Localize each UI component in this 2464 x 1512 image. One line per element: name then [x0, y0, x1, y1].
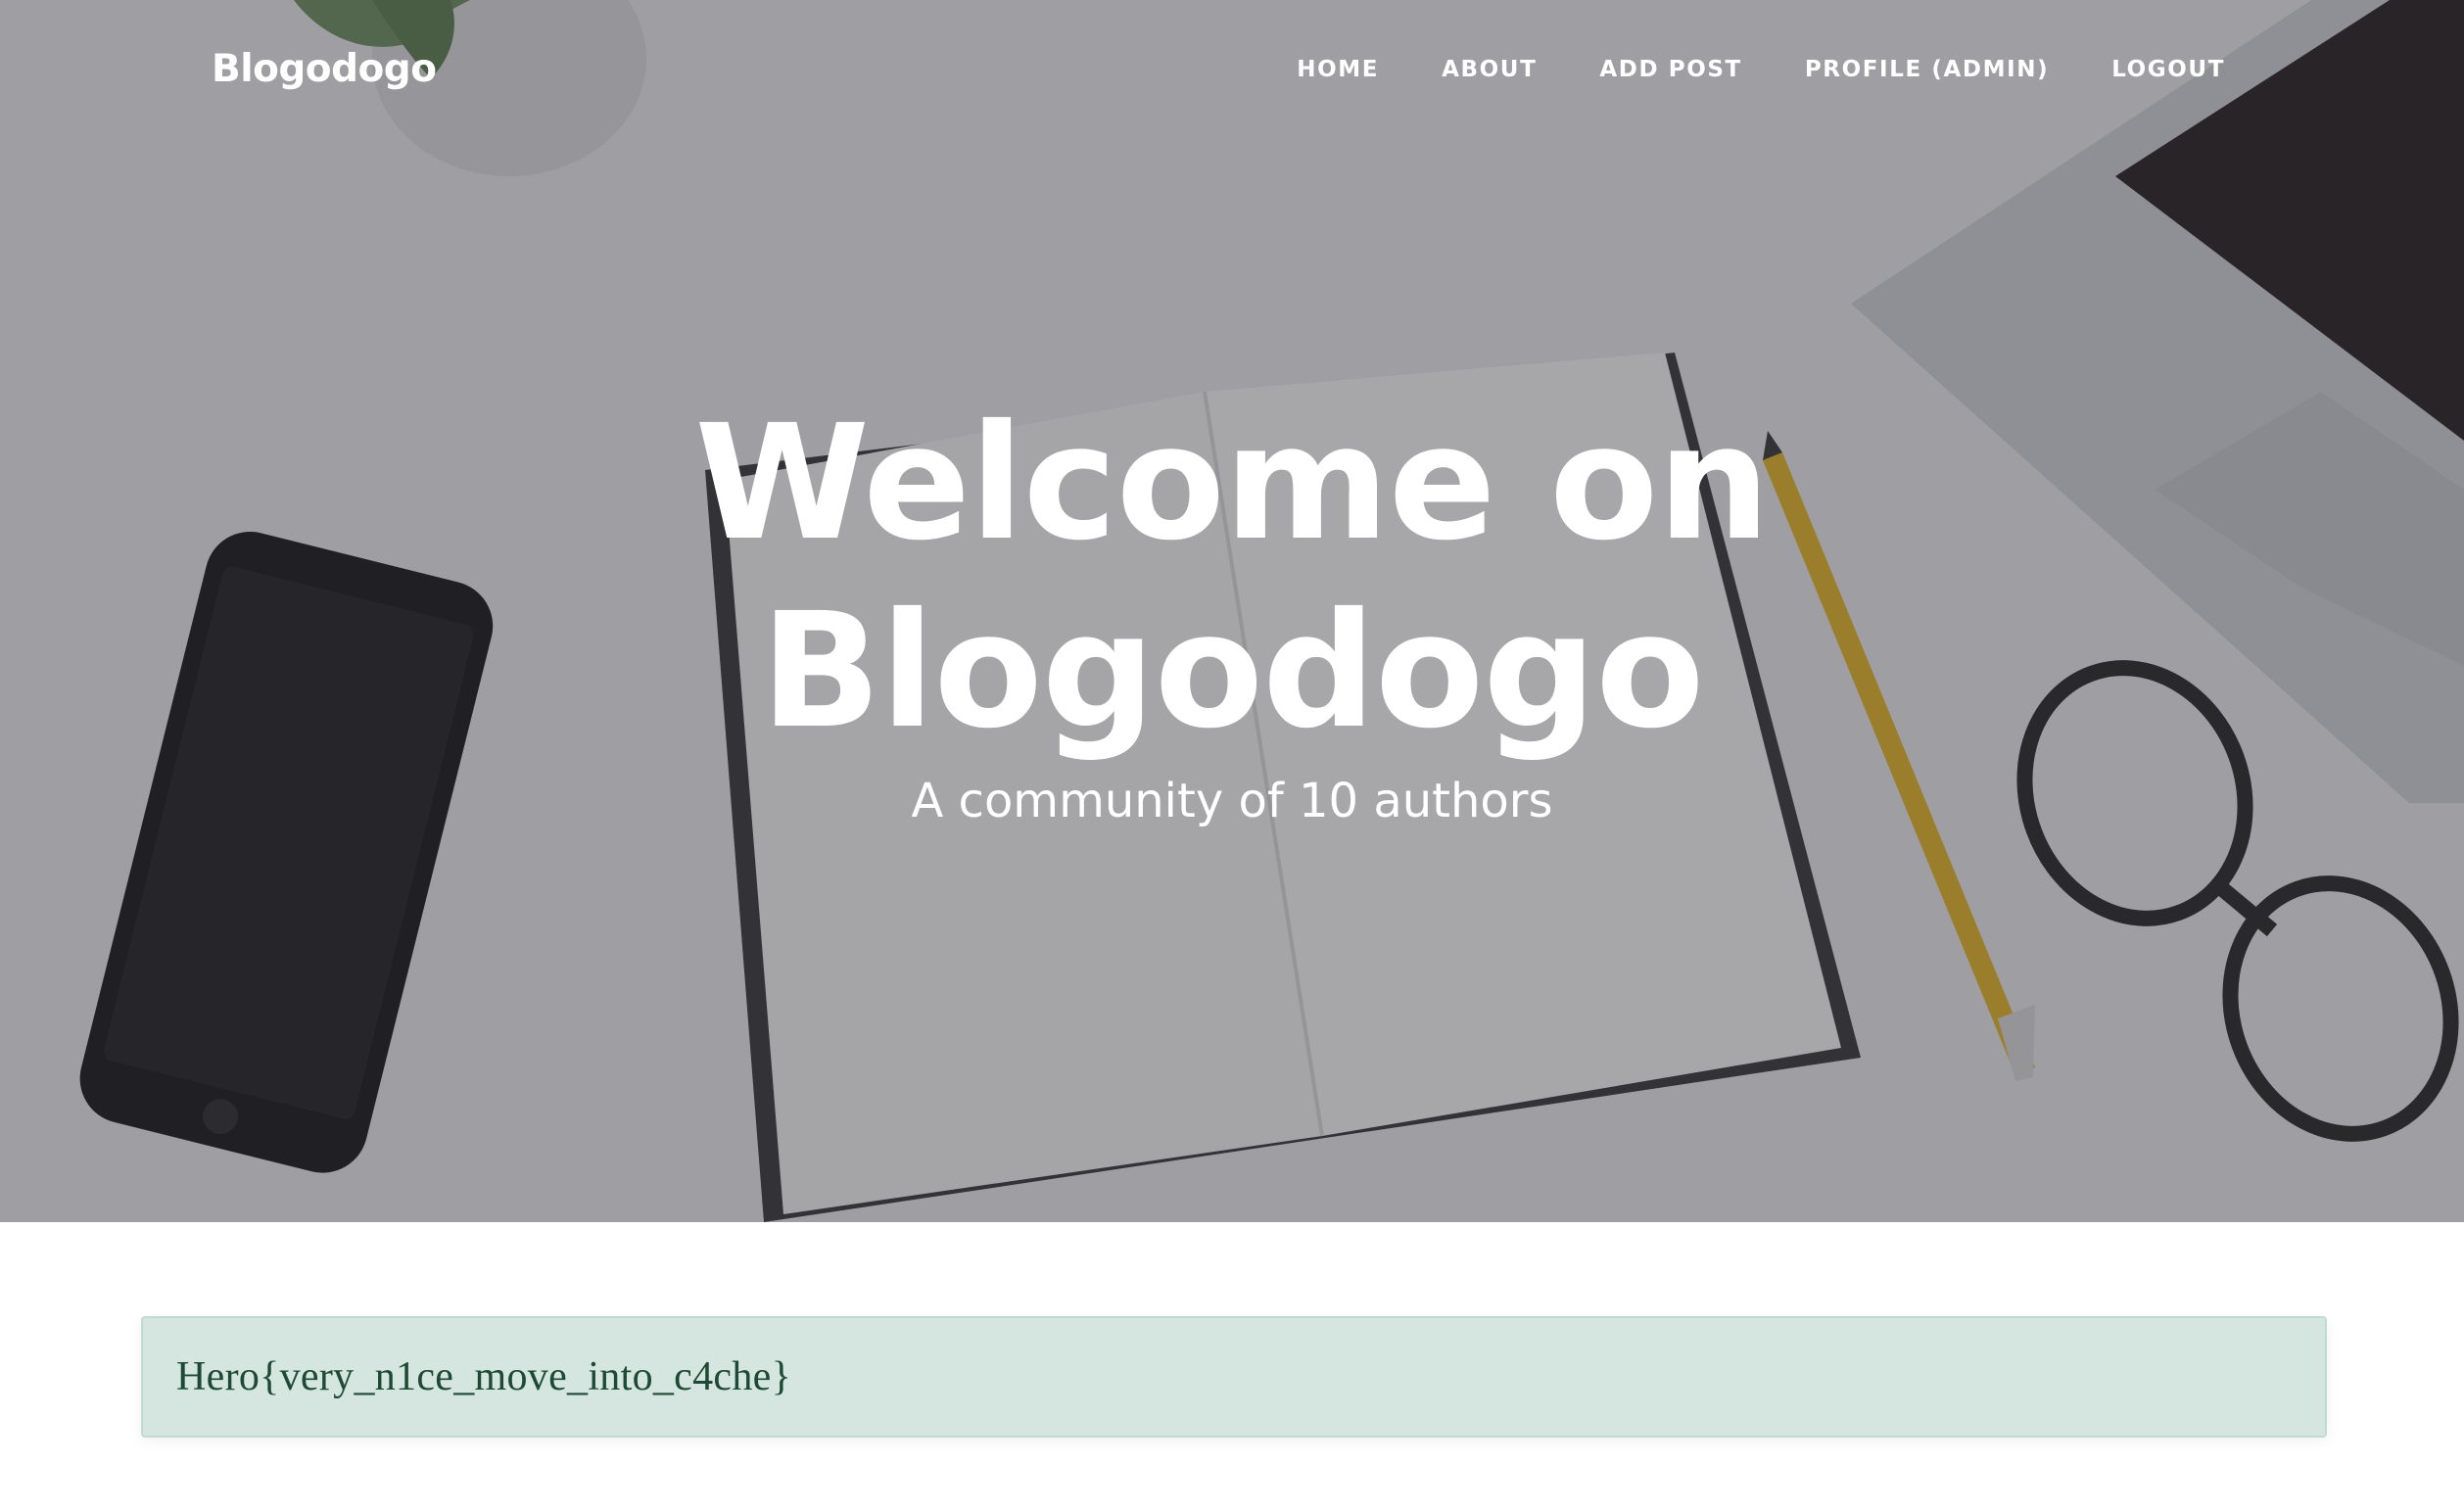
nav-link-add-post[interactable]: Add Post	[1599, 57, 1741, 82]
brand-logo-link[interactable]: Blogodogo	[212, 47, 437, 91]
flag-alert-message: Hero{very_n1ce_move_into_c4che}	[176, 1354, 792, 1399]
nav-link-home[interactable]: Home	[1297, 57, 1379, 82]
hero-header: Blogodogo Home About Add Post Profile (a…	[0, 0, 2464, 1222]
nav-link-profile[interactable]: Profile (admin)	[1805, 57, 2049, 82]
top-navbar: Blogodogo Home About Add Post Profile (a…	[0, 0, 2464, 147]
hero-subheading: A community of 10 authors	[911, 774, 1553, 828]
hero-heading-line1: Welcome on	[694, 392, 1770, 576]
hero-heading-line2: Blogodogo	[760, 580, 1704, 764]
nav-link-about[interactable]: About	[1442, 57, 1537, 82]
nav-link-logout[interactable]: Logout	[2111, 57, 2225, 82]
flag-alert-box: Hero{very_n1ce_move_into_c4che}	[141, 1316, 2327, 1438]
nav-links: Home About Add Post Profile (admin) Logo…	[1234, 57, 2225, 82]
hero-heading: Welcome on Blogodogo	[0, 390, 2464, 766]
